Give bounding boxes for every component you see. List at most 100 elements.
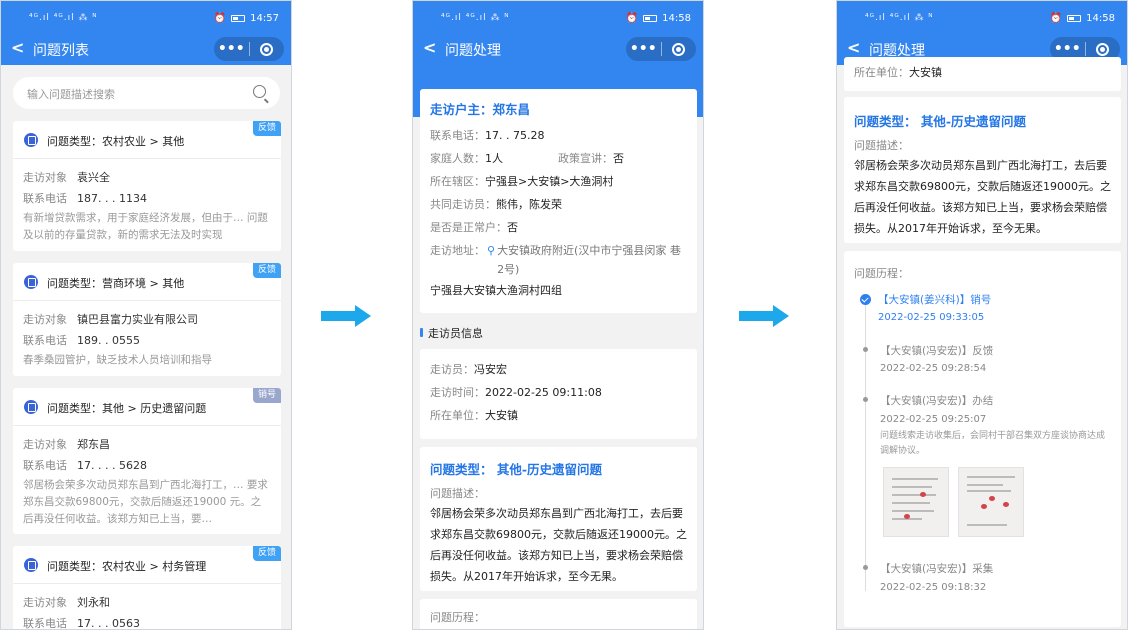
status-bar: ⁴ᴳ.ıl ⁴ᴳ.ıl ⁂ ᴺ ⏰ 14:58 bbox=[837, 1, 1127, 35]
address-location[interactable]: 大安镇政府附近(汉中市宁强县闵家 巷2号) bbox=[497, 241, 687, 279]
timeline-item-time: 2022-02-25 09:25:07 bbox=[880, 414, 987, 425]
more-icon[interactable]: ••• bbox=[626, 42, 661, 56]
status-tag: 销号 bbox=[252, 388, 281, 403]
record-icon[interactable] bbox=[250, 42, 285, 56]
battery-icon bbox=[1067, 15, 1082, 22]
attachment-thumb[interactable] bbox=[883, 467, 949, 537]
nav-bar: < 问题处理 ••• bbox=[413, 35, 703, 63]
history-card: 问题历程： 【大安镇(姜兴科)】销号 2022-02-25 09:33:05 【… bbox=[844, 251, 1121, 627]
visit-target-label: 走访对象 bbox=[23, 596, 67, 609]
back-icon[interactable]: < bbox=[11, 38, 24, 57]
history-label: 问题历程： bbox=[854, 267, 909, 280]
visit-target: 郑东昌 bbox=[77, 438, 110, 451]
timeline-item-time: 2022-02-25 09:33:05 bbox=[878, 312, 985, 323]
attachment-thumb[interactable] bbox=[958, 467, 1024, 537]
screen-problem-list: ⁴ᴳ.ıl ⁴ᴳ.ıl ⁂ ᴺ ⏰ 14:57 < 问题列表 ••• 输入问题描述… bbox=[0, 0, 292, 630]
visit-target: 刘永和 bbox=[77, 596, 110, 609]
search-icon[interactable] bbox=[253, 85, 266, 98]
phone-value: 187. . . 1134 bbox=[77, 192, 147, 205]
family-value: 1人 bbox=[485, 152, 503, 165]
problem-card[interactable]: 问题类型：其他 > 历史遗留问题 销号 走访对象 郑东昌 联系电话 17. . . … bbox=[13, 388, 281, 534]
phone-label: 联系电话： bbox=[430, 129, 485, 142]
phone-label: 联系电话 bbox=[23, 334, 67, 347]
phone-value: 17. . 75.28 bbox=[485, 129, 545, 142]
doc-icon bbox=[24, 133, 38, 147]
address-text: 宁强县大安镇大渔洞村四组 bbox=[430, 284, 562, 297]
battery-icon bbox=[643, 15, 658, 22]
phone-label: 联系电话 bbox=[23, 459, 67, 472]
timeline-item-time: 2022-02-25 09:28:54 bbox=[880, 363, 987, 374]
alarm-icon: ⏰ bbox=[625, 13, 639, 24]
flow-arrow bbox=[321, 305, 373, 327]
back-icon[interactable]: < bbox=[847, 38, 860, 57]
status-bar: ⁴ᴳ.ıl ⁴ᴳ.ıl ⁂ ᴺ ⏰ 14:57 bbox=[1, 1, 291, 35]
visitor-label: 走访员： bbox=[430, 363, 474, 376]
search-input[interactable]: 输入问题描述搜索 bbox=[13, 77, 280, 109]
problem-type: 问题类型：农村农业 > 其他 bbox=[47, 135, 185, 148]
unit-label: 所在单位： bbox=[854, 66, 909, 79]
doc-icon bbox=[24, 275, 38, 289]
record-icon[interactable] bbox=[1086, 42, 1121, 56]
co-visitor-value: 熊伟，陈发荣 bbox=[496, 198, 562, 211]
screen-problem-history: ⁴ᴳ.ıl ⁴ᴳ.ıl ⁂ ᴺ ⏰ 14:58 < 问题处理 ••• 所在单位：大… bbox=[836, 0, 1128, 630]
more-icon[interactable]: ••• bbox=[1050, 42, 1085, 56]
nav-bar: < 问题列表 ••• bbox=[1, 35, 291, 63]
problem-type: 问题类型： 其他-历史遗留问题 bbox=[430, 462, 603, 477]
status-tag: 反馈 bbox=[252, 546, 281, 561]
phone-value: 189. . 0555 bbox=[77, 334, 140, 347]
status-time: 14:57 bbox=[250, 13, 279, 24]
doc-icon bbox=[24, 558, 38, 572]
top-bar: ⁴ᴳ.ıl ⁴ᴳ.ıl ⁂ ᴺ ⏰ 14:57 < 问题列表 ••• bbox=[1, 1, 291, 65]
problem-card: 问题类型： 其他-历史遗留问题 问题描述： 邻居杨会荣多次动员郑东昌到广西北海打… bbox=[420, 447, 697, 591]
problem-desc-label: 问题描述： bbox=[854, 139, 909, 152]
problem-desc: 邻居杨会荣多次动员郑东昌到广西北海打工，… 要求郑东昌交款69800元，交款后随… bbox=[23, 479, 268, 525]
back-icon[interactable]: < bbox=[423, 38, 436, 57]
problem-type: 问题类型：营商环境 > 其他 bbox=[47, 277, 185, 290]
unit-value: 大安镇 bbox=[909, 66, 942, 79]
status-tag: 反馈 bbox=[252, 263, 281, 278]
problem-type: 问题类型：农村农业 > 村务管理 bbox=[47, 560, 207, 573]
record-icon[interactable] bbox=[662, 42, 697, 56]
address-label: 走访地址： bbox=[430, 244, 485, 257]
screen-problem-handle: ⁴ᴳ.ıl ⁴ᴳ.ıl ⁂ ᴺ ⏰ 14:58 < 问题处理 ••• 走访户主：郑… bbox=[412, 0, 704, 630]
problem-desc: 邻居杨会荣多次动员郑东昌到广西北海打工，去后要求郑东昌交款69800元，交款后随… bbox=[854, 159, 1111, 235]
visitor-card-tail: 所在单位：大安镇 bbox=[844, 57, 1121, 91]
timeline-item-title: 【大安镇(冯安宏)】办结 bbox=[880, 395, 994, 407]
timeline-item-title: 【大安镇(冯安宏)】采集 bbox=[880, 563, 994, 575]
location-icon: ⚲ bbox=[487, 244, 496, 257]
timeline-item-time: 2022-02-25 09:18:32 bbox=[880, 582, 987, 593]
visit-target-label: 走访对象 bbox=[23, 438, 67, 451]
normal-value: 否 bbox=[507, 221, 518, 234]
history-card: 问题历程： bbox=[420, 599, 697, 629]
problem-card: 问题类型： 其他-历史遗留问题 问题描述： 邻居杨会荣多次动员郑东昌到广西北海打… bbox=[844, 97, 1121, 243]
alarm-icon: ⏰ bbox=[1049, 13, 1063, 24]
page-title: 问题列表 bbox=[33, 43, 89, 59]
visit-target-label: 走访对象 bbox=[23, 171, 67, 184]
problem-desc: 有新增贷款需求，用于家庭经济发展，但由于… 问题及以前的存量贷款，新的需求无法及… bbox=[23, 212, 268, 241]
visit-target: 镇巴县富力实业有限公司 bbox=[77, 313, 198, 326]
problem-type: 问题类型： 其他-历史遗留问题 bbox=[854, 114, 1027, 129]
more-icon[interactable]: ••• bbox=[214, 42, 249, 56]
policy-value: 否 bbox=[613, 152, 624, 165]
problem-card[interactable]: 问题类型：农村农业 > 村务管理 反馈 走访对象 刘永和 联系电话 17. . . … bbox=[13, 546, 281, 630]
top-bar: ⁴ᴳ.ıl ⁴ᴳ.ıl ⁂ ᴺ ⏰ 14:58 < 问题处理 ••• bbox=[413, 1, 703, 65]
check-icon bbox=[860, 294, 871, 305]
alarm-icon: ⏰ bbox=[213, 13, 227, 24]
visit-target: 袁兴全 bbox=[77, 171, 110, 184]
status-tag: 反馈 bbox=[252, 121, 281, 136]
area-label: 所在辖区： bbox=[430, 175, 485, 188]
flow-arrow bbox=[739, 305, 791, 327]
history-label: 问题历程： bbox=[430, 611, 485, 624]
visit-target-label: 走访对象 bbox=[23, 313, 67, 326]
unit-value: 大安镇 bbox=[485, 409, 518, 422]
problem-desc: 春季桑园管护，缺乏技术人员培训和指导 bbox=[23, 354, 212, 366]
problem-type: 问题类型：其他 > 历史遗留问题 bbox=[47, 402, 207, 415]
phone-value: 17. . . 0563 bbox=[77, 617, 140, 630]
co-visitor-label: 共同走访员： bbox=[430, 198, 496, 211]
area-value: 宁强县>大安镇>大渔洞村 bbox=[485, 175, 614, 188]
status-bar: ⁴ᴳ.ıl ⁴ᴳ.ıl ⁂ ᴺ ⏰ 14:58 bbox=[413, 1, 703, 35]
problem-card[interactable]: 问题类型：营商环境 > 其他 反馈 走访对象 镇巴县富力实业有限公司 联系电话 18… bbox=[13, 263, 281, 376]
mini-program-capsule: ••• bbox=[214, 37, 284, 61]
problem-card[interactable]: 问题类型：农村农业 > 其他 反馈 走访对象 袁兴全 联系电话 187. . . 1… bbox=[13, 121, 281, 251]
phone-value: 17. . . . 5628 bbox=[77, 459, 147, 472]
